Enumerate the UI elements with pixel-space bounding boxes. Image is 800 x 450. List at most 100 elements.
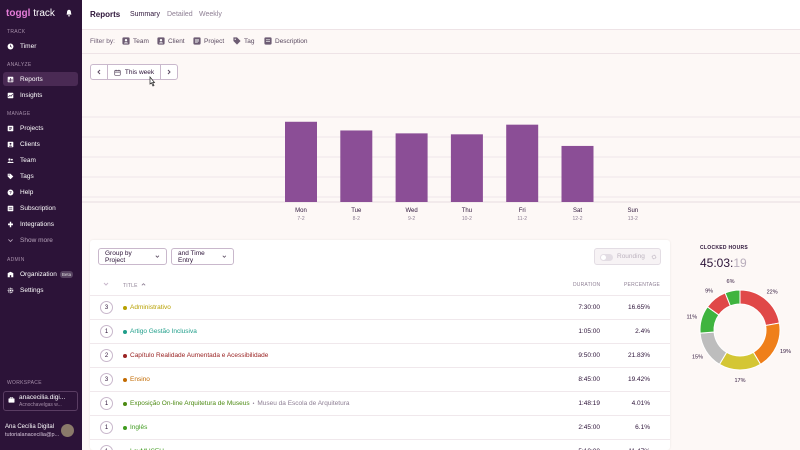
workspace-icon [8, 397, 15, 403]
filter-client[interactable]: Client [157, 37, 185, 45]
entry-count-badge[interactable]: 1 [100, 325, 113, 338]
sidebar-item-tags[interactable]: Tags [3, 169, 78, 183]
entry-count-badge[interactable]: 3 [100, 301, 113, 314]
table-row[interactable]: 3 Administrativo 7:30:00 16.65% [90, 295, 670, 319]
project-name[interactable]: Capítulo Realidade Aumentada e Acessibil… [130, 352, 268, 359]
table-row[interactable]: 1 Exposição On-line Arquitetura de Museus… [90, 391, 670, 415]
sidebar-item-label: Projects [20, 124, 44, 132]
donut-slice[interactable] [699, 331, 728, 366]
column-header-title[interactable]: TITLE [123, 282, 146, 289]
bar-sat[interactable] [561, 145, 594, 202]
app-logo[interactable]: toggl track [6, 8, 55, 19]
filter-project[interactable]: Project [193, 37, 224, 45]
toggle-switch[interactable] [600, 254, 613, 261]
separator-dot: • [252, 401, 255, 407]
sidebar-item-settings[interactable]: Settings [3, 283, 78, 297]
entry-count-badge[interactable]: 3 [100, 373, 113, 386]
sidebar-item-projects[interactable]: Projects [3, 121, 78, 135]
x-tick-date: 8-2 [353, 216, 360, 222]
bar-thu[interactable] [450, 134, 483, 202]
tab-detailed[interactable]: Detailed [167, 11, 193, 18]
prev-week-button[interactable] [91, 65, 107, 79]
project-color-dot [123, 306, 127, 310]
filter-tag-label: Tag [244, 37, 255, 45]
workspace-switcher[interactable]: anacecilia.digi... Acnochavelgas w... [3, 391, 78, 411]
team-icon [122, 37, 130, 45]
sidebar-item-team[interactable]: Team [3, 153, 78, 167]
bar-wed[interactable] [395, 133, 428, 202]
sidebar-item-clients[interactable]: Clients [3, 137, 78, 151]
client-name: Museu da Escola de Arquitetura [257, 400, 350, 407]
date-range-picker: This week [90, 64, 178, 80]
section-track-label: TRACK [7, 29, 26, 35]
filter-description[interactable]: Description [264, 37, 308, 45]
entry-count-badge[interactable]: 2 [100, 349, 113, 362]
rounding-toggle[interactable]: Rounding [594, 248, 661, 265]
svg-text:?: ? [9, 190, 12, 195]
reports-icon [7, 76, 14, 82]
chevron-down-icon [8, 238, 13, 242]
sidebar-item-label: Insights [20, 91, 43, 99]
column-header-percentage[interactable]: PERCENTAGE [624, 282, 660, 288]
filter-tag[interactable]: Tag [233, 37, 254, 45]
bar-mon[interactable] [285, 121, 317, 202]
entry-count-badge[interactable]: 1 [100, 421, 113, 434]
filter-client-label: Client [168, 37, 185, 45]
x-tick-day: Tue [351, 208, 362, 214]
avatar[interactable] [61, 424, 74, 437]
project-color-dot [123, 354, 127, 358]
sidebar-item-subscription[interactable]: Subscription [3, 201, 78, 215]
tab-summary[interactable]: Summary [130, 11, 160, 18]
percentage-value: 19.42% [627, 376, 650, 383]
table-row[interactable]: 1 Artigo Gestão Inclusiva 1:05:00 2.4% [90, 319, 670, 343]
mouse-pointer-icon [149, 76, 156, 87]
calendar-icon [114, 69, 121, 76]
percentage-value: 6.1% [635, 424, 650, 431]
column-header-duration[interactable]: DURATION [573, 282, 600, 288]
clients-icon [7, 141, 14, 147]
entry-count-badge[interactable]: 1 [100, 445, 113, 450]
sidebar-item-reports[interactable]: Reports [3, 72, 78, 86]
bar-fri[interactable] [506, 124, 539, 202]
section-manage-label: MANAGE [7, 111, 31, 117]
sidebar: toggl track TRACK Timer ANALYZE Reports … [0, 0, 82, 450]
tab-weekly[interactable]: Weekly [199, 11, 222, 18]
sidebar-item-organization[interactable]: Organization Beta [3, 267, 78, 281]
clocked-hours-label: CLOCKED HOURS [700, 245, 749, 251]
table-row[interactable]: 2 Capítulo Realidade Aumentada e Acessibi… [90, 343, 670, 367]
project-name[interactable]: Exposição On-line Arquitetura de Museus •… [130, 400, 350, 407]
insights-icon [7, 92, 14, 98]
filter-team[interactable]: Team [122, 37, 149, 45]
table-row[interactable]: 3 Ensino 8:45:00 19.42% [90, 367, 670, 391]
next-week-button[interactable] [161, 65, 177, 79]
filter-project-label: Project [204, 37, 225, 45]
sidebar-item-timer[interactable]: Timer [3, 39, 78, 53]
table-row[interactable]: 1 Inglês 2:45:00 6.1% [90, 415, 670, 439]
entry-count-badge[interactable]: 1 [100, 397, 113, 410]
sidebar-item-integrations[interactable]: Integrations [3, 217, 78, 231]
project-name[interactable]: Ensino [130, 376, 150, 383]
client-icon [157, 37, 165, 45]
sidebar-show-more[interactable]: Show more [3, 233, 78, 247]
project-name[interactable]: Artigo Gestão Inclusiva [130, 328, 197, 335]
sub-group-select[interactable]: and Time Entry [171, 248, 234, 265]
table-row[interactable]: 1LayMUSEU5:10:0011.47% [90, 439, 670, 450]
bell-icon[interactable] [65, 9, 73, 17]
sidebar-item-insights[interactable]: Insights [3, 88, 78, 102]
project-name[interactable]: Administrativo [130, 304, 171, 311]
project-color-dot [123, 426, 127, 430]
project-color-dot [123, 330, 127, 334]
project-name[interactable]: Inglês [130, 424, 147, 431]
sub-group-value: and Time Entry [178, 249, 205, 264]
gear-icon [651, 254, 657, 259]
sidebar-item-label: Help [20, 188, 34, 196]
sidebar-item-help[interactable]: ? Help [3, 185, 78, 199]
section-analyze-label: ANALYZE [7, 62, 32, 68]
team-icon [7, 157, 14, 163]
section-workspace-label: WORKSPACE [7, 380, 42, 386]
x-tick-day: Mon [295, 208, 307, 214]
group-by-select[interactable]: Group by Project [98, 248, 167, 265]
collapse-all-icon[interactable] [103, 281, 109, 287]
bar-tue[interactable] [340, 130, 373, 202]
filter-bar: Filter by: Team Client Project Tag Descr… [82, 30, 800, 54]
